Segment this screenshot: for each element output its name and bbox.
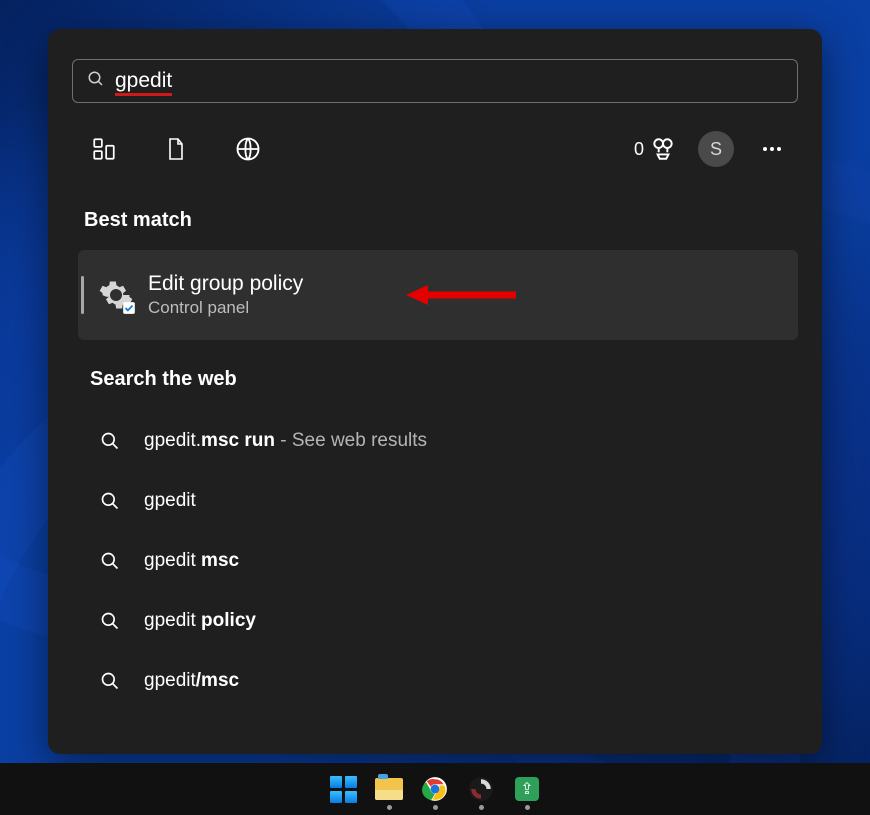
web-results-list: gpedit.msc run - See web results gpedit …	[86, 411, 798, 711]
best-match-title: Edit group policy	[148, 272, 303, 296]
best-match-subtitle: Control panel	[148, 298, 303, 318]
more-icon[interactable]	[756, 133, 788, 165]
chrome-icon[interactable]	[421, 775, 449, 803]
web-result[interactable]: gpedit/msc	[86, 651, 798, 711]
search-icon	[96, 431, 124, 451]
documents-filter-icon[interactable]	[160, 133, 192, 165]
rewards-icon	[650, 136, 676, 162]
selection-bar	[81, 276, 84, 314]
web-result[interactable]: gpedit	[86, 471, 798, 531]
web-result[interactable]: gpedit msc	[86, 531, 798, 591]
search-icon	[96, 551, 124, 571]
search-input[interactable]: gpedit	[72, 59, 798, 103]
app-icon[interactable]: ⇪	[513, 775, 541, 803]
search-icon	[96, 671, 124, 691]
apps-filter-icon[interactable]	[88, 133, 120, 165]
start-button[interactable]	[329, 775, 357, 803]
spellcheck-underline	[115, 93, 172, 96]
user-avatar[interactable]: S	[698, 131, 734, 167]
best-match-result[interactable]: Edit group policy Control panel	[78, 250, 798, 340]
gear-icon	[98, 277, 134, 313]
search-web-label: Search the web	[90, 368, 798, 391]
file-explorer-icon[interactable]	[375, 775, 403, 803]
web-result[interactable]: gpedit.msc run - See web results	[86, 411, 798, 471]
filter-row: 0 S	[72, 131, 798, 167]
search-icon	[96, 491, 124, 511]
annotation-arrow	[406, 282, 516, 308]
web-filter-icon[interactable]	[232, 133, 264, 165]
taskbar: ⇪	[0, 763, 870, 815]
search-query-text: gpedit	[115, 69, 172, 93]
web-result[interactable]: gpedit policy	[86, 591, 798, 651]
avatar-initial: S	[710, 139, 722, 160]
search-icon	[96, 611, 124, 631]
search-panel: gpedit	[48, 29, 822, 754]
best-match-label: Best match	[84, 209, 798, 232]
points-value: 0	[634, 139, 644, 160]
app-icon[interactable]	[467, 775, 495, 803]
shield-check-icon	[122, 301, 136, 315]
search-icon	[87, 70, 105, 93]
rewards-points[interactable]: 0	[634, 136, 676, 162]
